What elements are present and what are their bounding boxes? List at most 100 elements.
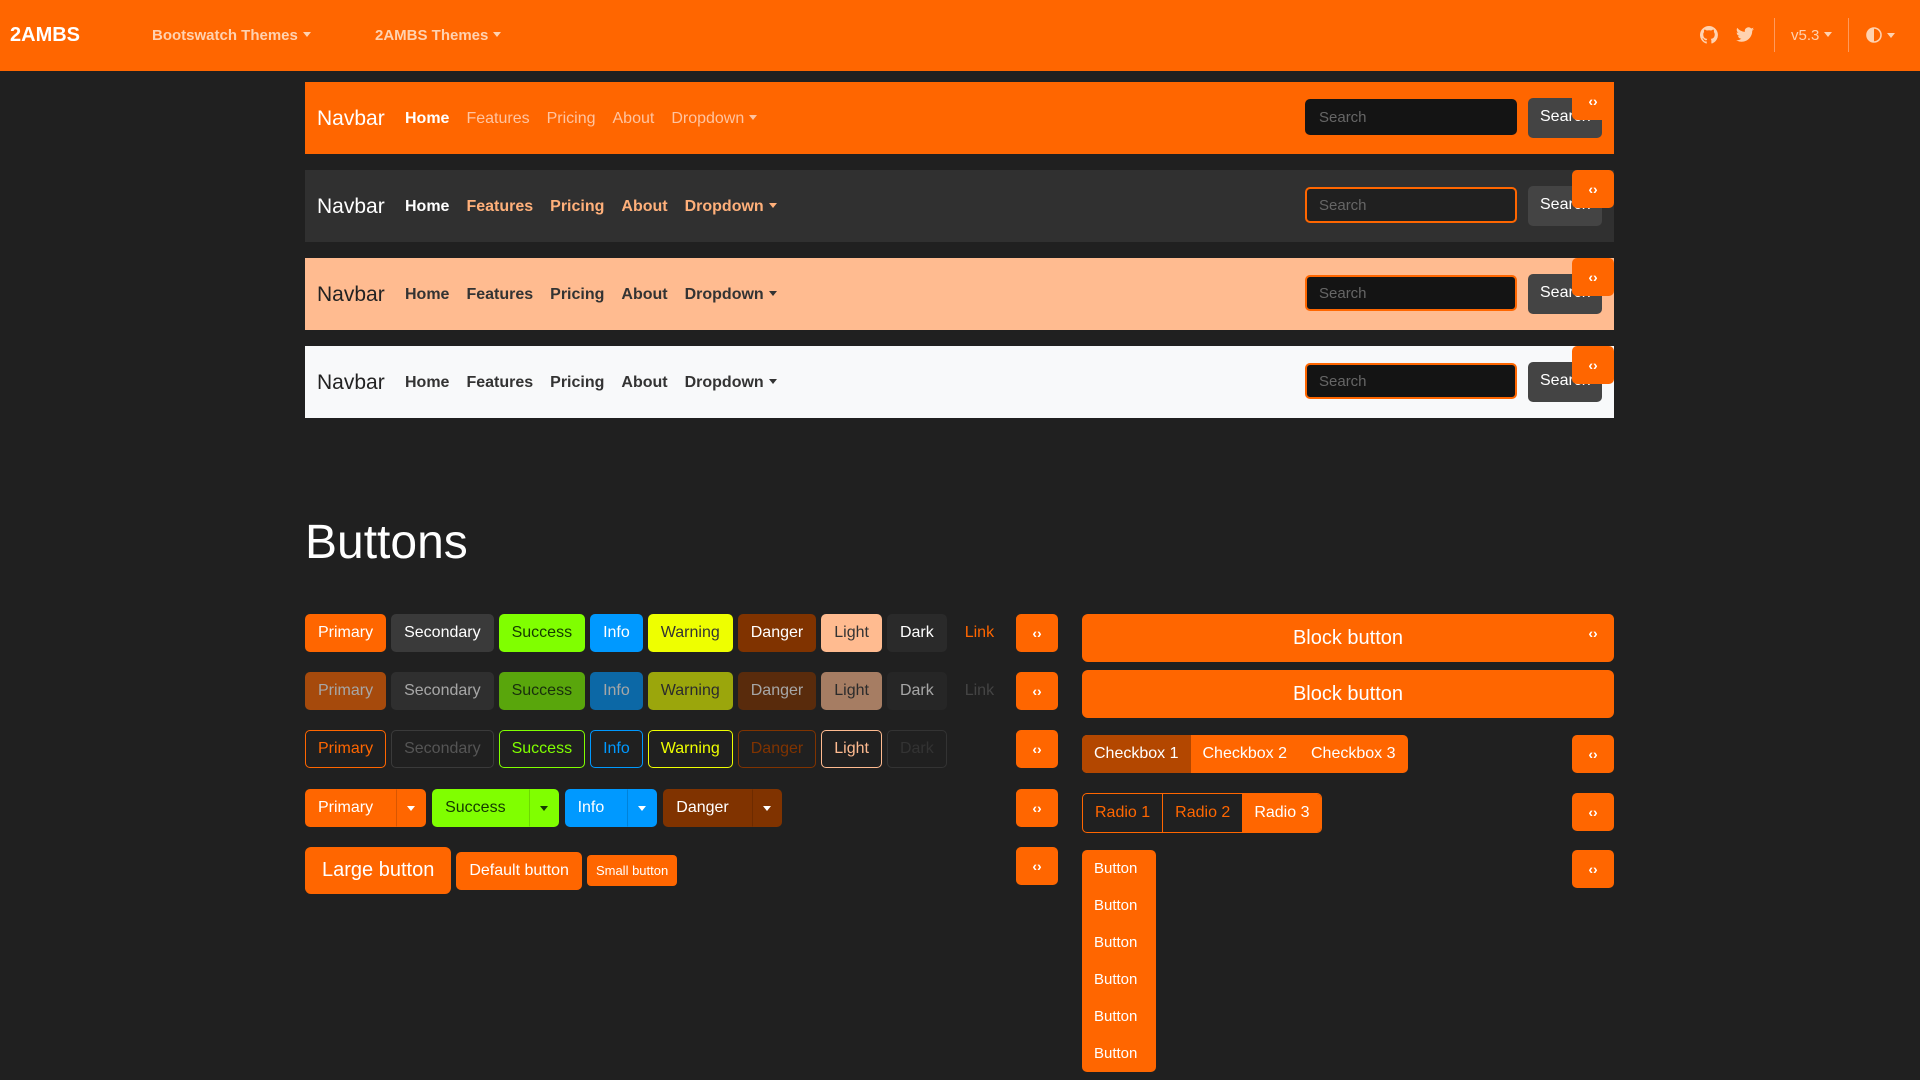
checkbox-1-button[interactable]: Checkbox 1 [1082,735,1191,773]
warning-button[interactable]: Warning [647,614,733,652]
nav-link-home[interactable]: Home [405,110,449,128]
code-toggle-button[interactable]: ‹› [1016,672,1058,710]
theme-toggle-icon[interactable] [1862,22,1898,48]
code-icon: ‹› [1032,858,1042,874]
secondary-outline-button[interactable]: Secondary [391,730,494,768]
split-dropdown-row: Primary Success Info Danger [305,789,782,827]
nav-link-features[interactable]: Features [466,110,529,128]
danger-split-button[interactable]: Danger [663,789,752,827]
code-toggle-button[interactable]: ‹› [1572,82,1614,120]
dark-outline-button[interactable]: Dark [886,730,947,768]
chevron-down-icon[interactable] [396,789,427,827]
search-input[interactable]: Search [1305,363,1517,399]
code-toggle-button[interactable]: ‹› [1572,614,1614,652]
code-toggle-button[interactable]: ‹› [1572,850,1614,888]
button-sizes-row: Large button Default button Small button [305,847,678,894]
radio-3-button[interactable]: Radio 3 [1242,794,1322,832]
nav-link-pricing[interactable]: Pricing [550,198,604,216]
danger-outline-button[interactable]: Danger [737,730,817,768]
chevron-down-icon[interactable] [528,789,559,827]
bootswatch-themes-dropdown[interactable]: Bootswatch Themes [152,27,311,44]
nav-link-dropdown[interactable]: Dropdown [685,286,777,304]
nav-link-home[interactable]: Home [405,286,449,304]
vertical-group-button[interactable]: Button [1082,850,1156,887]
checkbox-2-button[interactable]: Checkbox 2 [1191,735,1300,773]
nav-link-dropdown[interactable]: Dropdown [685,198,777,216]
navbar-brand[interactable]: Navbar [317,371,385,395]
code-toggle-button[interactable]: ‹› [1572,170,1614,208]
search-input[interactable]: Search [1305,187,1517,223]
info-split-button[interactable]: Info [564,789,628,827]
large-button[interactable]: Large button [305,847,452,894]
vertical-group-button[interactable]: Button [1082,961,1156,998]
nav-link-about[interactable]: About [621,374,667,392]
light-button[interactable]: Light [821,614,882,652]
chevron-down-icon[interactable] [751,789,782,827]
radio-1-button[interactable]: Radio 1 [1083,794,1164,832]
twitter-icon[interactable] [1732,22,1758,48]
dark-button[interactable]: Dark [886,614,947,652]
danger-button[interactable]: Danger [737,614,817,652]
github-icon[interactable] [1696,22,1722,48]
vertical-group-button[interactable]: Button [1082,998,1156,1035]
navbar-brand[interactable]: Navbar [317,195,385,219]
primary-split-button[interactable]: Primary [305,789,397,827]
primary-button[interactable]: Primary [305,614,387,652]
code-icon: ‹› [1588,357,1598,373]
light-button-disabled: Light [821,672,882,710]
code-icon: ‹› [1588,93,1598,109]
radio-2-button[interactable]: Radio 2 [1163,794,1242,832]
block-button[interactable]: Block button [1082,614,1614,662]
block-button[interactable]: Block button [1082,670,1614,718]
nav-link-pricing[interactable]: Pricing [550,374,604,392]
checkbox-3-button[interactable]: Checkbox 3 [1299,735,1408,773]
success-button[interactable]: Success [498,614,586,652]
code-toggle-button[interactable]: ‹› [1572,735,1614,773]
code-toggle-button[interactable]: ‹› [1016,730,1058,768]
nav-link-about[interactable]: About [613,110,655,128]
vertical-group-button[interactable]: Button [1082,1035,1156,1072]
nav-link-about[interactable]: About [621,286,667,304]
navbar-brand[interactable]: Navbar [317,107,385,131]
nav-link-home[interactable]: Home [405,374,449,392]
code-toggle-button[interactable]: ‹› [1572,258,1614,296]
nav-link-pricing[interactable]: Pricing [550,286,604,304]
search-input[interactable]: Search [1305,99,1517,135]
secondary-button[interactable]: Secondary [391,614,494,652]
default-button[interactable]: Default button [456,851,582,890]
nav-link-dropdown[interactable]: Dropdown [685,374,777,392]
navbar-light-primary: Navbar Home Features Pricing About Dropd… [305,258,1614,330]
secondary-button-disabled: Secondary [391,672,494,710]
code-toggle-button[interactable]: ‹› [1016,789,1058,827]
code-toggle-button[interactable]: ‹› [1016,614,1058,652]
success-outline-button[interactable]: Success [498,730,586,768]
search-input[interactable]: Search [1305,275,1517,311]
link-button[interactable]: Link [952,614,1007,652]
nav-link-dropdown[interactable]: Dropdown [671,110,757,128]
nav-link-features[interactable]: Features [466,286,533,304]
2ambs-themes-dropdown[interactable]: 2AMBS Themes [375,27,501,44]
navbar-brand[interactable]: Navbar [317,283,385,307]
vertical-group-button[interactable]: Button [1082,887,1156,924]
code-toggle-button[interactable]: ‹› [1572,346,1614,384]
nav-link-home[interactable]: Home [405,198,449,216]
small-button[interactable]: Small button [586,855,678,886]
nav-link-about[interactable]: About [621,198,667,216]
brand-logo[interactable]: 2AMBS [10,24,80,47]
chevron-down-icon[interactable] [627,789,658,827]
code-icon: ‹› [1588,625,1598,641]
success-split-button[interactable]: Success [432,789,529,827]
nav-link-features[interactable]: Features [466,198,533,216]
nav-link-features[interactable]: Features [466,374,533,392]
info-button[interactable]: Info [590,614,643,652]
primary-outline-button[interactable]: Primary [305,730,387,768]
code-toggle-button[interactable]: ‹› [1016,847,1058,885]
light-outline-button[interactable]: Light [821,730,882,768]
warning-outline-button[interactable]: Warning [647,730,733,768]
nav-link-pricing[interactable]: Pricing [547,110,596,128]
version-dropdown[interactable]: v5.3 [1791,27,1832,44]
vertical-group-button[interactable]: Button [1082,924,1156,961]
code-toggle-button[interactable]: ‹› [1572,793,1614,831]
code-icon: ‹› [1588,746,1598,762]
info-outline-button[interactable]: Info [590,730,643,768]
